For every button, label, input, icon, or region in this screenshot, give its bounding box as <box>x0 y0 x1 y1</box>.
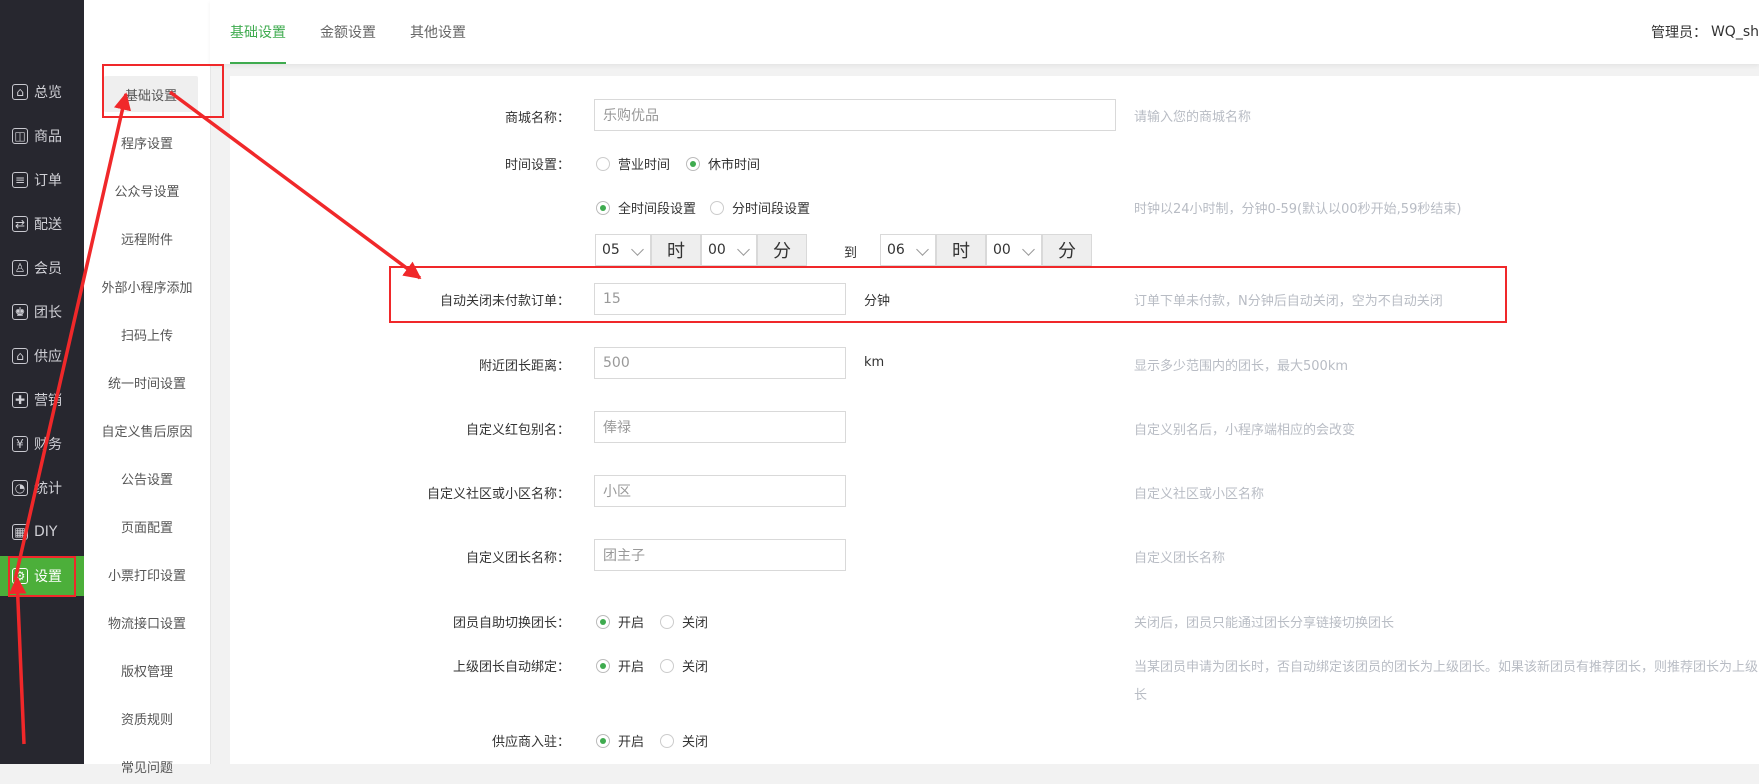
arrow-to-auto-close <box>168 90 422 280</box>
arrow-to-basic-settings <box>13 92 132 581</box>
annotation-arrows <box>8 90 422 745</box>
arrow-up-to-settings <box>8 576 27 745</box>
